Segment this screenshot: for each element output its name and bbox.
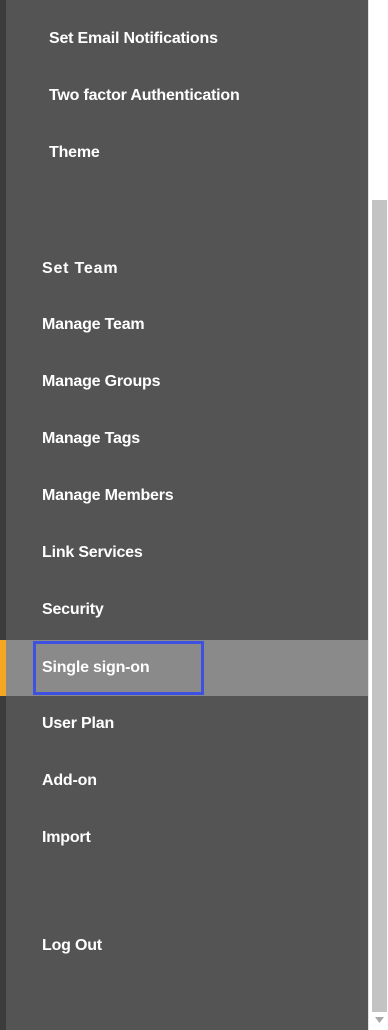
sidebar-item-label: Import [42,829,91,846]
sidebar-item-label: Theme [49,144,100,161]
sidebar-item-label: Link Services [42,544,143,561]
sidebar-item-label: Add-on [42,772,97,789]
sidebar-item-security[interactable]: Security [6,590,368,630]
sidebar-item-single-sign-on[interactable]: Single sign-on [0,640,368,696]
sidebar-item-label: Two factor Authentication [49,87,240,104]
sidebar-item-log-out[interactable]: Log Out [6,926,368,966]
sidebar-item-label: User Plan [42,715,115,732]
sidebar-item-label: Manage Tags [42,430,140,447]
sidebar-item-label: Single sign-on [42,659,150,676]
scrollbar-thumb[interactable] [372,200,387,1012]
vertical-scrollbar[interactable] [368,0,388,1030]
settings-sidebar: Set Email Notifications Two factor Authe… [0,0,368,1030]
sidebar-item-import[interactable]: Import [6,818,368,858]
chevron-down-icon[interactable] [371,1012,387,1028]
sidebar-item-theme[interactable]: Theme [6,133,368,173]
section-heading-set-team: Set Team [42,260,119,277]
sidebar-item-manage-members[interactable]: Manage Members [6,476,368,516]
sidebar-item-link-services[interactable]: Link Services [6,533,368,573]
sidebar-item-label: Manage Groups [42,373,161,390]
sidebar-item-add-on[interactable]: Add-on [6,761,368,801]
sidebar-item-set-email-notifications[interactable]: Set Email Notifications [6,19,368,59]
sidebar-item-label: Set Email Notifications [49,30,218,47]
sidebar-item-manage-team[interactable]: Manage Team [6,305,368,345]
active-indicator [0,640,6,696]
sidebar-item-label: Manage Team [42,316,145,333]
sidebar-item-two-factor-authentication[interactable]: Two factor Authentication [6,76,368,116]
sidebar-item-label: Log Out [42,937,102,954]
sidebar-item-user-plan[interactable]: User Plan [6,704,368,744]
sidebar-item-manage-groups[interactable]: Manage Groups [6,362,368,402]
sidebar-item-label: Security [42,601,104,618]
sidebar-item-label: Manage Members [42,487,174,504]
sidebar-item-manage-tags[interactable]: Manage Tags [6,419,368,459]
